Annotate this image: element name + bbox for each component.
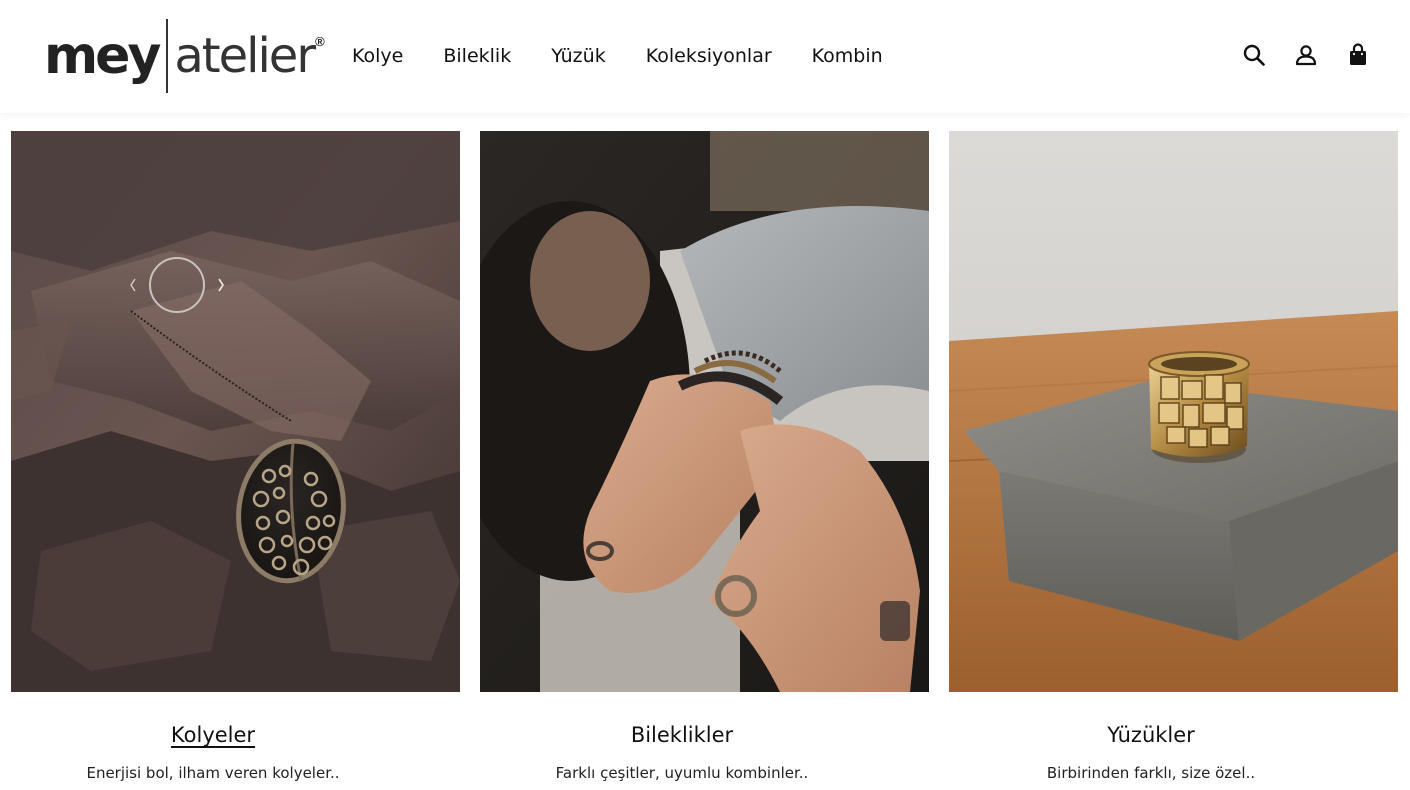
card-title-yuzukler[interactable]: Yüzükler [949,721,1353,749]
nav-item-yuzuk[interactable]: Yüzük [551,44,606,68]
search-icon[interactable] [1242,42,1266,68]
necklace-image[interactable] [11,131,460,692]
bracelet-image[interactable] [480,131,929,692]
header-actions [1242,42,1370,68]
category-card-yuzukler[interactable]: Yüzükler Birbirinden farklı, size özel.. [949,131,1398,782]
logo-registered-mark: ® [315,33,325,49]
image-slider-controls [129,255,239,315]
brand-logo[interactable]: mey atelier ® [44,18,325,94]
site-header: mey atelier ® Kolye Bileklik Yüzük Kolek… [0,0,1410,113]
nav-item-bileklik[interactable]: Bileklik [443,44,511,68]
category-card-bileklikler[interactable]: Bileklikler Farklı çeşitler, uyumlu komb… [480,131,929,782]
card-title-bileklikler[interactable]: Bileklikler [480,721,884,749]
nav-item-kombin[interactable]: Kombin [812,44,883,68]
card-description: Birbirinden farklı, size özel.. [1046,764,1256,782]
card-description: Enerjisi bol, ilham veren kolyeler.. [86,764,340,782]
category-card-kolyeler[interactable]: Kolyeler Enerjisi bol, ilham veren kolye… [11,131,460,782]
nav-item-kolye[interactable]: Kolye [352,44,403,68]
main-nav: Kolye Bileklik Yüzük Koleksiyonlar Kombi… [352,44,923,68]
card-description: Farklı çeşitler, uyumlu kombinler.. [555,764,809,782]
logo-text-mey: mey [44,26,161,86]
logo-text-atelier: atelier [174,28,316,84]
nav-item-koleksiyonlar[interactable]: Koleksiyonlar [646,44,772,68]
ring-image[interactable] [949,131,1398,692]
account-icon[interactable] [1294,42,1318,68]
shopping-bag-icon[interactable] [1346,42,1370,68]
logo-divider [166,19,169,93]
card-title-kolyeler[interactable]: Kolyeler [11,721,415,749]
